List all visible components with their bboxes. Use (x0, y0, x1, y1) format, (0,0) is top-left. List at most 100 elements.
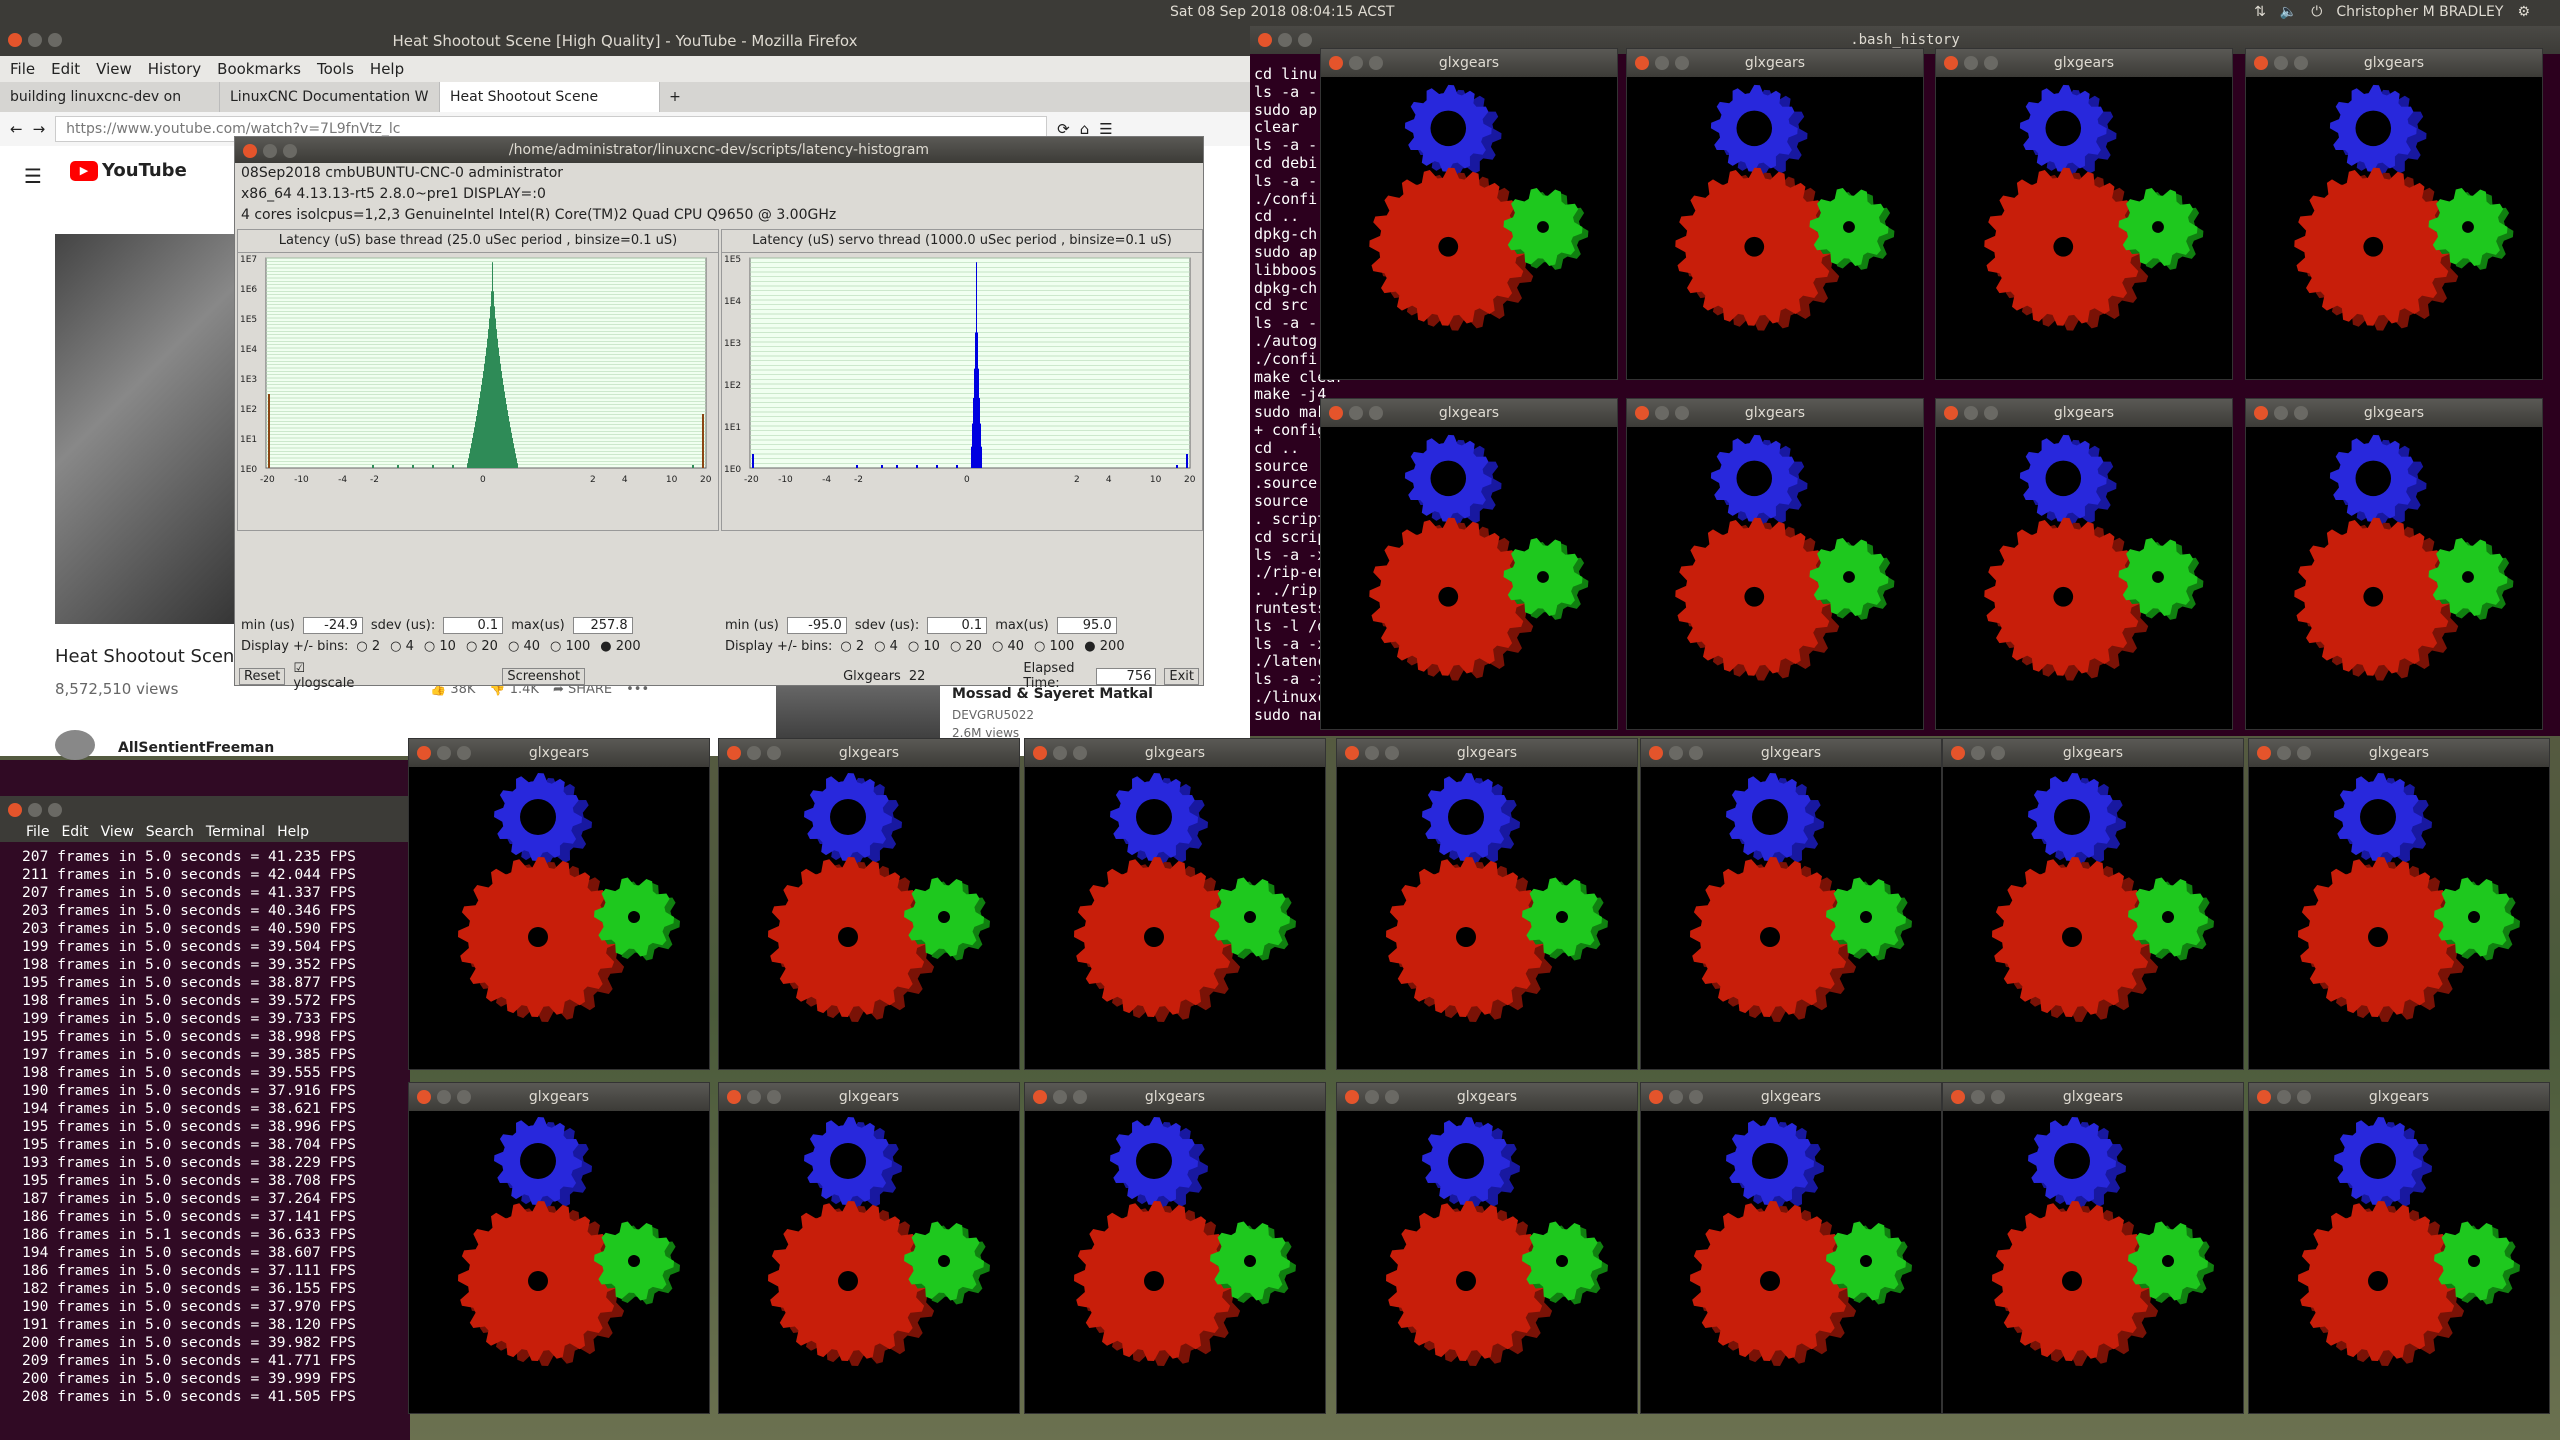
minimize-icon[interactable] (263, 144, 277, 158)
minimize-icon[interactable] (1964, 56, 1978, 70)
glxgears-titlebar[interactable]: glxgears (1936, 49, 2232, 77)
glxgears-titlebar[interactable]: glxgears (2249, 1083, 2549, 1111)
minimize-icon[interactable] (1349, 56, 1363, 70)
bins-radio-10[interactable]: ○ 10 (424, 639, 456, 654)
minimize-icon[interactable] (1053, 746, 1067, 760)
maximize-icon[interactable] (1689, 1090, 1703, 1104)
glxgears-window[interactable]: glxgears (2248, 1082, 2550, 1414)
maximize-icon[interactable] (457, 1090, 471, 1104)
minimize-icon[interactable] (1669, 1090, 1683, 1104)
clock[interactable]: Sat 08 Sep 2018 08:04:15 ACST (1170, 4, 1394, 20)
minimize-icon[interactable] (28, 803, 42, 817)
glxgears-titlebar[interactable]: glxgears (2246, 49, 2542, 77)
menu-edit[interactable]: Edit (51, 56, 80, 82)
minimize-icon[interactable] (1964, 406, 1978, 420)
close-icon[interactable] (1951, 746, 1965, 760)
menu-terminal[interactable]: Terminal (206, 822, 265, 842)
tab-building-linuxcnc[interactable]: building linuxcnc-dev on (0, 82, 220, 112)
glxgears-titlebar[interactable]: glxgears (1627, 49, 1923, 77)
maximize-icon[interactable] (1984, 56, 1998, 70)
minimize-icon[interactable] (1971, 746, 1985, 760)
glxgears-titlebar[interactable]: glxgears (1337, 739, 1637, 767)
glxgears-window[interactable]: glxgears (408, 738, 710, 1070)
glxgears-titlebar[interactable]: glxgears (1641, 1083, 1941, 1111)
minimize-icon[interactable] (1971, 1090, 1985, 1104)
glxgears-titlebar[interactable]: glxgears (2249, 739, 2549, 767)
maximize-icon[interactable] (2294, 56, 2308, 70)
glxgears-window[interactable]: glxgears (2245, 48, 2543, 380)
menu-file[interactable]: File (10, 56, 35, 82)
screenshot-button[interactable]: Screenshot (502, 667, 586, 685)
minimize-icon[interactable] (1365, 746, 1379, 760)
maximize-icon[interactable] (2297, 746, 2311, 760)
minimize-icon[interactable] (1053, 1090, 1067, 1104)
minimize-icon[interactable] (1655, 406, 1669, 420)
bins-radio-200[interactable]: ● 200 (600, 639, 640, 654)
minimize-icon[interactable] (2277, 1090, 2291, 1104)
close-icon[interactable] (1649, 1090, 1663, 1104)
glxgears-titlebar[interactable]: glxgears (409, 739, 709, 767)
glxgears-window[interactable]: glxgears (1640, 1082, 1942, 1414)
menu-history[interactable]: History (148, 56, 201, 82)
maximize-icon[interactable] (1073, 1090, 1087, 1104)
menu-help[interactable]: Help (277, 822, 309, 842)
glxgears-titlebar[interactable]: glxgears (2246, 399, 2542, 427)
close-icon[interactable] (1258, 33, 1272, 47)
glxgears-window[interactable]: glxgears (408, 1082, 710, 1414)
maximize-icon[interactable] (1385, 746, 1399, 760)
close-icon[interactable] (1345, 746, 1359, 760)
ylogscale-checkbox[interactable]: ☑ ylogscale (293, 661, 354, 691)
maximize-icon[interactable] (2294, 406, 2308, 420)
glxgears-titlebar[interactable]: glxgears (719, 739, 1019, 767)
maximize-icon[interactable] (2297, 1090, 2311, 1104)
close-icon[interactable] (1635, 406, 1649, 420)
bins-radio-200[interactable]: ● 200 (1084, 639, 1124, 654)
close-icon[interactable] (1944, 406, 1958, 420)
glxgears-titlebar[interactable]: glxgears (1641, 739, 1941, 767)
glxgears-titlebar[interactable]: glxgears (1943, 1083, 2243, 1111)
glxgears-window[interactable]: glxgears (2248, 738, 2550, 1070)
network-icon[interactable]: ⇅ (2254, 4, 2266, 20)
bins-radio-10[interactable]: ○ 10 (908, 639, 940, 654)
glxgears-window[interactable]: glxgears (1935, 48, 2233, 380)
close-icon[interactable] (2257, 1090, 2271, 1104)
maximize-icon[interactable] (1385, 1090, 1399, 1104)
close-icon[interactable] (1033, 746, 1047, 760)
close-icon[interactable] (1944, 56, 1958, 70)
bins-radio-40[interactable]: ○ 40 (508, 639, 540, 654)
minimize-icon[interactable] (1349, 406, 1363, 420)
maximize-icon[interactable] (1073, 746, 1087, 760)
minimize-icon[interactable] (437, 1090, 451, 1104)
close-icon[interactable] (2257, 746, 2271, 760)
minimize-icon[interactable] (2277, 746, 2291, 760)
glxgears-window[interactable]: glxgears (1626, 398, 1924, 730)
glxgears-titlebar[interactable]: glxgears (1321, 399, 1617, 427)
maximize-icon[interactable] (1675, 406, 1689, 420)
close-icon[interactable] (1635, 56, 1649, 70)
minimize-icon[interactable] (747, 1090, 761, 1104)
bins-radio-2[interactable]: ○ 2 (840, 639, 864, 654)
tab-heat-shootout[interactable]: Heat Shootout Scene (440, 82, 660, 112)
close-icon[interactable] (417, 1090, 431, 1104)
menu-bookmarks[interactable]: Bookmarks (217, 56, 301, 82)
minimize-icon[interactable] (2274, 56, 2288, 70)
bins-radio-2[interactable]: ○ 2 (356, 639, 380, 654)
back-icon[interactable]: ← (10, 120, 23, 138)
menu-tools[interactable]: Tools (317, 56, 354, 82)
bins-radio-4[interactable]: ○ 4 (874, 639, 898, 654)
close-icon[interactable] (1329, 56, 1343, 70)
close-icon[interactable] (727, 1090, 741, 1104)
close-icon[interactable] (1345, 1090, 1359, 1104)
minimize-icon[interactable] (1365, 1090, 1379, 1104)
yt-menu-icon[interactable]: ☰ (24, 164, 42, 188)
glxgears-window[interactable]: glxgears (1640, 738, 1942, 1070)
bins-radio-100[interactable]: ○ 100 (550, 639, 590, 654)
power-icon[interactable]: ⏻ (2311, 4, 2322, 20)
minimize-icon[interactable] (1669, 746, 1683, 760)
maximize-icon[interactable] (283, 144, 297, 158)
glxgears-window[interactable]: glxgears (1942, 1082, 2244, 1414)
channel-name[interactable]: AllSentientFreeman (118, 740, 274, 756)
glxgears-titlebar[interactable]: glxgears (1321, 49, 1617, 77)
minimize-icon[interactable] (747, 746, 761, 760)
youtube-logo[interactable]: ▶ YouTube (70, 160, 187, 181)
